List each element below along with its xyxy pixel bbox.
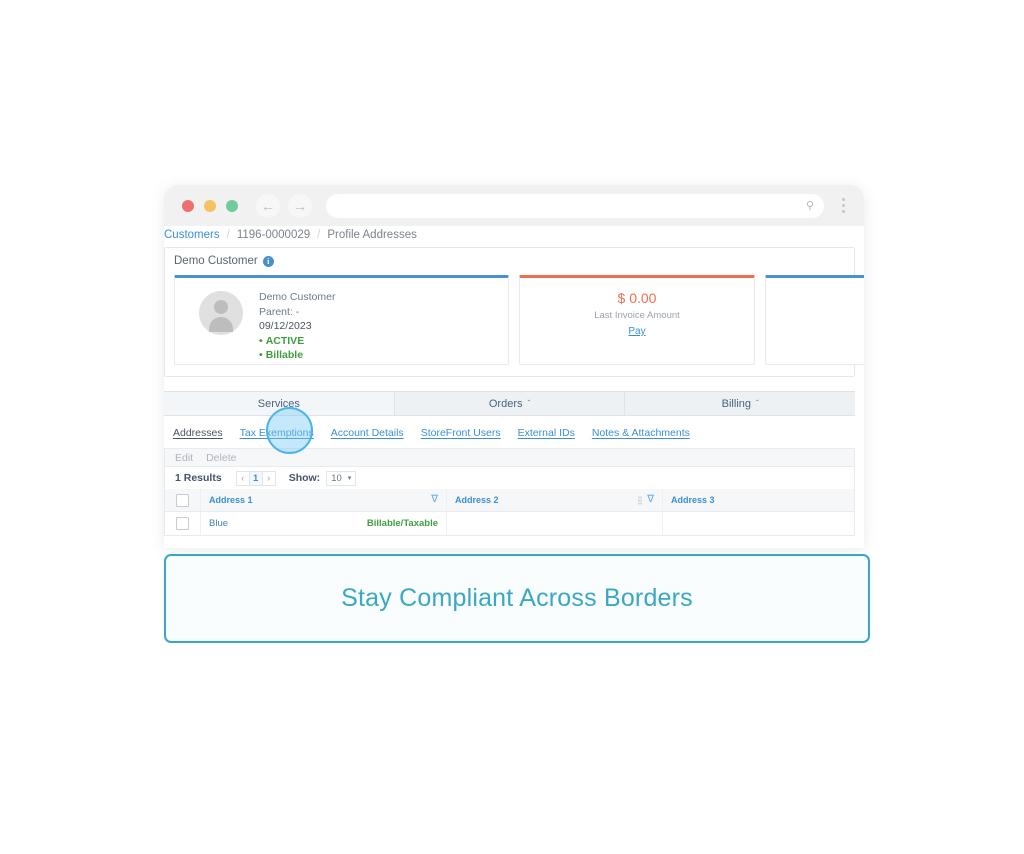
- breadcrumb-separator-2: /: [317, 229, 321, 241]
- column-header-address-3[interactable]: Address 3: [663, 489, 854, 511]
- page-number-1[interactable]: 1: [248, 470, 263, 486]
- status-badge-billable: Billable: [259, 348, 335, 363]
- sub-tab-addresses[interactable]: Addresses: [173, 427, 223, 439]
- main-tab-bar: Services Orders ˇ Billing ˇ: [164, 391, 855, 416]
- invoice-label: Last Invoice Amount: [594, 310, 680, 321]
- chevron-down-icon: ˇ: [527, 399, 531, 408]
- pagination-bar: 1 Results ‹ 1 › Show: 10 ▾: [164, 467, 855, 489]
- cell-address-2: [447, 512, 663, 535]
- maximize-window-dot[interactable]: [226, 199, 238, 212]
- column-label-address-1: Address 1: [209, 495, 253, 505]
- profile-parent: Parent: -: [259, 305, 300, 318]
- sub-tab-storefront-users[interactable]: StoreFront Users: [421, 427, 501, 439]
- delete-button[interactable]: Delete: [206, 452, 236, 464]
- address-bar[interactable]: ⚲: [326, 193, 824, 218]
- prev-page-button[interactable]: ‹: [235, 470, 250, 486]
- table-header-row: Address 1 ∇ Address 2 ∇ Address 3: [165, 489, 854, 512]
- profile-name: Demo Customer: [259, 291, 336, 303]
- billable-taxable-tag: Billable/Taxable: [366, 518, 438, 529]
- column-header-tools-1: ∇: [431, 495, 438, 505]
- summary-cards-row: Demo Customer Parent: - 09/12/2023 ACTIV…: [174, 275, 864, 365]
- customer-profile-card: Demo Customer Parent: - 09/12/2023 ACTIV…: [174, 275, 509, 365]
- column-header-tools-2: ∇: [638, 495, 654, 505]
- search-icon[interactable]: ⚲: [806, 199, 814, 212]
- sub-tab-notes-attachments[interactable]: Notes & Attachments: [592, 427, 690, 439]
- edit-button[interactable]: Edit: [175, 452, 193, 464]
- addresses-table: Address 1 ∇ Address 2 ∇ Address 3 Blue B…: [164, 489, 855, 536]
- info-icon[interactable]: i: [262, 255, 274, 267]
- screenshot-stage: ← → ⚲ Customers / 1196-0000029 / Profile…: [0, 0, 1024, 854]
- sub-tab-account-details[interactable]: Account Details: [331, 427, 404, 439]
- click-highlight-indicator: [266, 407, 313, 454]
- row-select-cell: [165, 512, 201, 535]
- next-page-button[interactable]: ›: [261, 470, 276, 486]
- invoice-amount: $ 0.00: [617, 290, 657, 306]
- browser-window: ← → ⚲ Customers / 1196-0000029 / Profile…: [164, 185, 864, 548]
- promo-banner-text: Stay Compliant Across Borders: [341, 584, 693, 612]
- promo-banner: Stay Compliant Across Borders: [164, 554, 870, 643]
- cell-address-1: Blue Billable/Taxable: [201, 512, 447, 535]
- select-all-checkbox[interactable]: [176, 493, 189, 507]
- chevron-down-icon: ˇ: [756, 399, 759, 408]
- table-action-toolbar: Edit Delete: [164, 448, 855, 467]
- third-summary-card: [765, 275, 864, 365]
- breadcrumb-customer-id[interactable]: 1196-0000029: [237, 229, 310, 241]
- pay-link[interactable]: Pay: [520, 326, 754, 337]
- profile-date: 09/12/2023: [259, 320, 312, 332]
- tab-orders[interactable]: Orders ˇ: [395, 392, 626, 415]
- status-badge-active: ACTIVE: [259, 334, 335, 349]
- filter-icon[interactable]: ∇: [647, 495, 654, 505]
- filter-icon[interactable]: ∇: [431, 495, 438, 505]
- minimize-window-dot[interactable]: [204, 199, 216, 212]
- pagination-controls: ‹ 1 ›: [235, 470, 276, 486]
- column-resize-grip-icon[interactable]: [638, 495, 643, 505]
- tab-billing[interactable]: Billing ˇ: [625, 392, 855, 415]
- page-size-control: Show: 10 ▾: [288, 470, 357, 486]
- page-size-value: 10: [331, 472, 342, 484]
- page-title: Demo Customer: [174, 255, 258, 267]
- select-all-cell: [165, 489, 201, 511]
- profile-details: Demo Customer Parent: - 09/12/2023 ACTIV…: [259, 289, 335, 363]
- breadcrumb-customers[interactable]: Customers: [164, 229, 220, 241]
- column-label-address-2: Address 2: [455, 495, 499, 505]
- app-content: Customers / 1196-0000029 / Profile Addre…: [164, 226, 864, 548]
- page-size-select[interactable]: 10 ▾: [326, 470, 357, 486]
- table-row[interactable]: Blue Billable/Taxable: [165, 512, 854, 535]
- avatar: [199, 291, 243, 335]
- sub-tab-external-ids[interactable]: External IDs: [518, 427, 575, 439]
- breadcrumb-separator: /: [226, 229, 230, 241]
- tab-billing-label: Billing: [721, 397, 752, 410]
- browser-nav-arrows: ← →: [256, 193, 312, 218]
- back-arrow-icon[interactable]: ←: [256, 193, 280, 218]
- page-size-label: Show:: [288, 472, 321, 484]
- browser-menu-icon[interactable]: [836, 198, 850, 213]
- forward-arrow-icon[interactable]: →: [288, 193, 312, 218]
- last-invoice-card: $ 0.00 Last Invoice Amount Pay: [519, 275, 755, 365]
- traffic-lights: [182, 199, 238, 212]
- column-header-address-1[interactable]: Address 1 ∇: [201, 489, 447, 511]
- chevron-down-icon: ▾: [347, 475, 352, 482]
- close-window-dot[interactable]: [182, 199, 194, 212]
- results-count: 1 Results: [175, 472, 222, 484]
- column-header-address-2[interactable]: Address 2 ∇: [447, 489, 663, 511]
- panel-title: Demo Customer i: [174, 255, 845, 267]
- browser-chrome-bar: ← → ⚲: [164, 185, 864, 226]
- breadcrumb-current-page: Profile Addresses: [327, 229, 417, 241]
- row-checkbox[interactable]: [176, 517, 189, 530]
- address-1-value: Blue: [209, 518, 229, 529]
- customer-summary-panel: Demo Customer i Demo Customer Parent: - …: [164, 247, 864, 377]
- breadcrumb: Customers / 1196-0000029 / Profile Addre…: [164, 226, 864, 241]
- tab-orders-label: Orders: [488, 397, 523, 410]
- column-label-address-3: Address 3: [671, 495, 715, 505]
- cell-address-3: [663, 512, 854, 535]
